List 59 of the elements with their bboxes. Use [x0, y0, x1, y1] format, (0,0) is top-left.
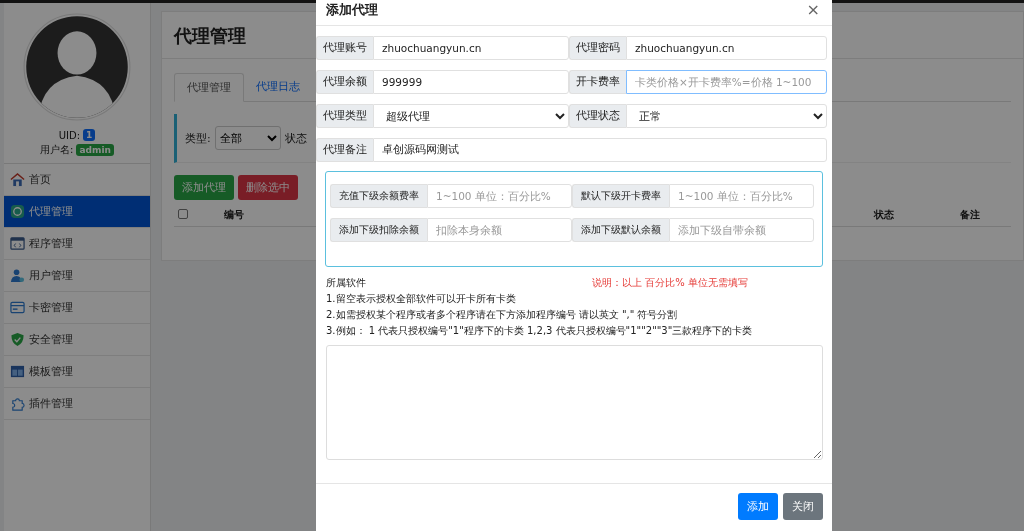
input-field[interactable]: 卓创源码网测试 [373, 138, 827, 162]
status-label: 状态 [284, 130, 307, 146]
input-field[interactable]: zhuochuangyun.cn [626, 36, 827, 60]
field-label: 代理状态 [569, 104, 626, 128]
nav-item[interactable]: 程序管理 [4, 228, 150, 260]
input-field[interactable]: 扣除本身余额 [427, 218, 572, 242]
avatar-icon [23, 13, 131, 121]
tab[interactable]: 代理日志 [244, 73, 312, 101]
field-label: 添加下级扣除余额 [330, 218, 427, 242]
nav-item[interactable]: 安全管理 [4, 324, 150, 356]
input-field[interactable]: 卡类价格×开卡费率%=价格 1~100 [626, 70, 827, 94]
layout-icon [10, 364, 25, 379]
uid-label: UID: [58, 129, 81, 141]
field-label: 充值下级余额费率 [330, 184, 427, 208]
field-label: 代理类型 [316, 104, 373, 128]
field-label: 默认下级开卡费率 [572, 184, 669, 208]
instruction-text: 2.如需授权某个程序或者多个程序请在下方添加程序编号 请以英文 "," 符号分割 [326, 308, 679, 322]
tab[interactable]: 代理管理 [174, 73, 244, 102]
input-field[interactable]: 999999 [373, 70, 569, 94]
puzzle-icon [10, 396, 25, 411]
input-field[interactable]: zhuochuangyun.cn [373, 36, 569, 60]
field-label: 代理余额 [316, 70, 373, 94]
field-label: 代理备注 [316, 138, 373, 162]
select-field[interactable]: 正常 [626, 104, 827, 128]
nav-item[interactable]: 卡密管理 [4, 292, 150, 324]
nav-item[interactable]: 用户管理 [4, 260, 150, 292]
select-field[interactable]: 超级代理 [373, 104, 569, 128]
dialog-button[interactable]: 添加 [738, 493, 778, 520]
column-header: 备注 [960, 208, 980, 222]
field-label: 添加下级默认余额 [572, 218, 669, 242]
note-text: 说明：以上 百分比% 单位无需填写 [592, 276, 748, 290]
badge-icon [10, 204, 25, 219]
uid-badge: 1 [83, 129, 96, 141]
input-field[interactable]: 1~100 单位：百分比% [427, 184, 572, 208]
shield-icon [10, 332, 25, 347]
nav-item[interactable]: 插件管理 [4, 388, 150, 420]
instruction-text: 1.留空表示授权全部软件可以开卡所有卡类 [326, 292, 517, 306]
column-header: 状态 [874, 208, 894, 222]
instruction-text: 3.例如： 1 代表只授权编号"1"程序下的卡类 1,2,3 代表只授权编号"1""2""3"三款程序下的卡类 [326, 324, 754, 338]
person-icon [10, 268, 25, 283]
nav-item[interactable]: 模板管理 [4, 356, 150, 388]
username-label: 用户名: [40, 143, 74, 157]
select-all-checkbox[interactable] [178, 209, 188, 219]
type-select[interactable]: 全部 [214, 126, 281, 150]
nav-item[interactable]: 代理管理 [4, 196, 150, 228]
username-badge: admin [76, 144, 114, 156]
field-label: 代理账号 [316, 36, 373, 60]
window-icon [10, 236, 25, 251]
input-field[interactable]: 添加下级自带余额 [669, 218, 814, 242]
action-button[interactable]: 删除选中 [238, 175, 298, 200]
column-header: 编号 [224, 208, 244, 222]
input-field[interactable]: 1~100 单位：百分比% [669, 184, 814, 208]
card-icon [10, 300, 25, 315]
dialog-button[interactable]: 关闭 [783, 493, 823, 520]
field-label: 代理密码 [569, 36, 626, 60]
field-label: 开卡费率 [569, 70, 626, 94]
section-label: 所属软件 [326, 276, 367, 290]
type-label: 类型: [185, 130, 211, 146]
house-icon [10, 172, 25, 187]
